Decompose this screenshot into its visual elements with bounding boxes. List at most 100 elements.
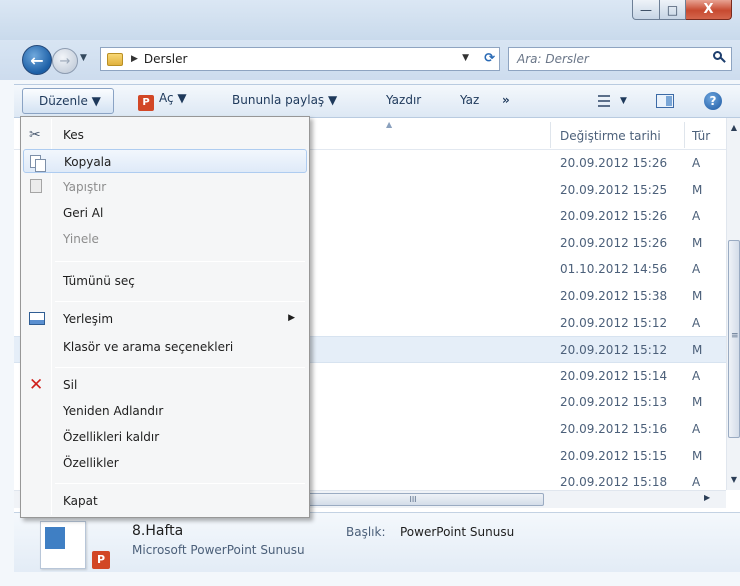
close-icon: X [703, 2, 714, 17]
type-cell: A [692, 475, 701, 490]
type-cell: A [692, 262, 701, 277]
type-cell: A [692, 368, 701, 383]
details-file-kind: Microsoft PowerPoint Sunusu [132, 543, 305, 557]
search-placeholder[interactable]: Ara: Dersler [517, 52, 589, 66]
views-icon[interactable] [598, 95, 610, 107]
burn-button[interactable]: Yaz [460, 93, 479, 107]
menu-item-label: Kopyala [64, 155, 112, 169]
minimize-button[interactable]: — [632, 0, 660, 20]
menu-item-properties[interactable]: Özellikler [23, 451, 307, 475]
menu-item-undo[interactable]: Geri Al [23, 201, 307, 225]
navigation-bar: ← → ▼ ▶ Dersler ▼ ⟳ Ara: Dersler [0, 40, 740, 80]
menu-item-folder-options[interactable]: Klasör ve arama seçenekleri [23, 335, 307, 359]
date-cell: 20.09.2012 15:18 [560, 475, 668, 490]
forward-arrow-icon: → [59, 53, 71, 69]
search-icon[interactable] [713, 51, 726, 63]
date-cell: 20.09.2012 15:15 [560, 448, 668, 463]
scroll-up-icon[interactable]: ▲ [727, 120, 740, 136]
details-title-value[interactable]: PowerPoint Sunusu [400, 525, 514, 539]
share-button[interactable]: Bununla paylaş ▼ [232, 93, 337, 107]
refresh-icon[interactable]: ⟳ [484, 51, 495, 66]
menu-item-label: Klasör ve arama seçenekleri [63, 340, 234, 354]
date-cell: 20.09.2012 15:14 [560, 368, 668, 383]
breadcrumb-dersler[interactable]: Dersler [144, 52, 187, 66]
menu-separator [55, 301, 305, 302]
type-cell: M [692, 395, 703, 410]
date-cell: 20.09.2012 15:25 [560, 182, 668, 197]
open-label: Aç ▼ [159, 91, 187, 105]
back-button[interactable]: ← [22, 45, 52, 75]
paste-icon [30, 179, 42, 193]
menu-item-label: Kes [63, 128, 84, 142]
address-bar[interactable]: ▶ Dersler ▼ ⟳ [100, 47, 500, 71]
menu-item-layout[interactable]: Yerleşim ▶ [23, 307, 307, 331]
date-cell: 20.09.2012 15:13 [560, 395, 668, 410]
menu-item-rename[interactable]: Yeniden Adlandır [23, 399, 307, 423]
menu-item-remove-properties[interactable]: Özellikleri kaldır [23, 425, 307, 449]
recent-pages-dropdown-icon[interactable]: ▼ [80, 53, 87, 63]
menu-item-cut[interactable]: ✂ Kes [23, 123, 307, 147]
column-divider[interactable] [684, 122, 685, 148]
vertical-scrollbar[interactable]: ▲ ≡ ▼ [726, 118, 740, 490]
close-button[interactable]: X [686, 0, 732, 20]
date-cell: 20.09.2012 15:26 [560, 235, 668, 250]
copy-icon [30, 155, 46, 172]
menu-item-select-all[interactable]: Tümünü seç [23, 269, 307, 293]
folder-icon [107, 52, 123, 66]
date-cell: 20.09.2012 15:12 [560, 343, 668, 358]
type-cell: M [692, 448, 703, 463]
menu-item-label: Yapıştır [63, 180, 107, 194]
horizontal-scroll-thumb[interactable]: III [282, 493, 544, 506]
menu-item-copy[interactable]: Kopyala [23, 149, 307, 173]
menu-separator [55, 367, 305, 368]
vertical-scroll-thumb[interactable]: ≡ [728, 240, 740, 438]
sort-ascending-icon: ▲ [386, 120, 393, 129]
scroll-down-icon[interactable]: ▼ [727, 472, 740, 488]
search-box[interactable]: Ara: Dersler [508, 47, 732, 71]
command-bar: Düzenle ▼ P Aç ▼ Bununla paylaş ▼ Yazdır … [14, 84, 740, 118]
address-dropdown-icon[interactable]: ▼ [462, 53, 469, 63]
scroll-right-icon[interactable]: ▶ [704, 493, 710, 502]
open-button[interactable]: P Aç ▼ [138, 91, 187, 111]
menu-item-close[interactable]: Kapat [23, 489, 307, 513]
minimize-icon: — [640, 2, 652, 17]
powerpoint-icon: P [138, 95, 154, 111]
more-commands-icon[interactable]: » [502, 93, 510, 107]
column-divider[interactable] [550, 122, 551, 148]
layout-icon [29, 312, 45, 325]
type-cell: A [692, 315, 701, 330]
menu-item-delete[interactable]: ✕ Sil [23, 373, 307, 397]
forward-button[interactable]: → [52, 48, 78, 74]
type-cell: A [692, 209, 701, 224]
powerpoint-badge-icon: P [92, 551, 110, 569]
type-cell: A [692, 421, 701, 436]
date-cell: 20.09.2012 15:12 [560, 315, 668, 330]
file-thumbnail [40, 521, 86, 569]
menu-item-paste[interactable]: Yapıştır [23, 175, 307, 199]
menu-item-redo[interactable]: Yinele [23, 227, 307, 251]
organize-button[interactable]: Düzenle ▼ [22, 88, 114, 114]
menu-item-label: Sil [63, 378, 78, 392]
menu-item-label: Kapat [63, 494, 98, 508]
print-button[interactable]: Yazdır [386, 93, 421, 107]
column-type[interactable]: Tür [692, 129, 714, 143]
details-pane: P 8.Hafta Microsoft PowerPoint Sunusu Ba… [14, 512, 740, 572]
help-icon[interactable]: ? [704, 92, 722, 110]
organize-menu: ✂ Kes Kopyala Yapıştır Geri Al Yinele Tü… [20, 116, 310, 518]
column-date-modified[interactable]: Değiştirme tarihi [560, 129, 661, 143]
menu-item-label: Yerleşim [63, 312, 114, 326]
breadcrumb-arrow-icon[interactable]: ▶ [131, 54, 138, 64]
preview-pane-icon[interactable] [656, 94, 674, 108]
type-cell: M [692, 182, 703, 197]
window-controls: — □ X [632, 0, 732, 20]
views-dropdown-icon[interactable]: ▼ [620, 96, 627, 106]
date-cell: 01.10.2012 14:56 [560, 262, 668, 277]
date-cell: 20.09.2012 15:16 [560, 421, 668, 436]
maximize-icon: □ [666, 2, 679, 17]
title-bar: — □ X [0, 0, 740, 40]
scroll-grip-icon: ≡ [731, 331, 739, 341]
type-cell: M [692, 288, 703, 303]
menu-item-label: Özellikleri kaldır [63, 430, 160, 444]
type-cell: M [692, 235, 703, 250]
maximize-button[interactable]: □ [660, 0, 686, 20]
